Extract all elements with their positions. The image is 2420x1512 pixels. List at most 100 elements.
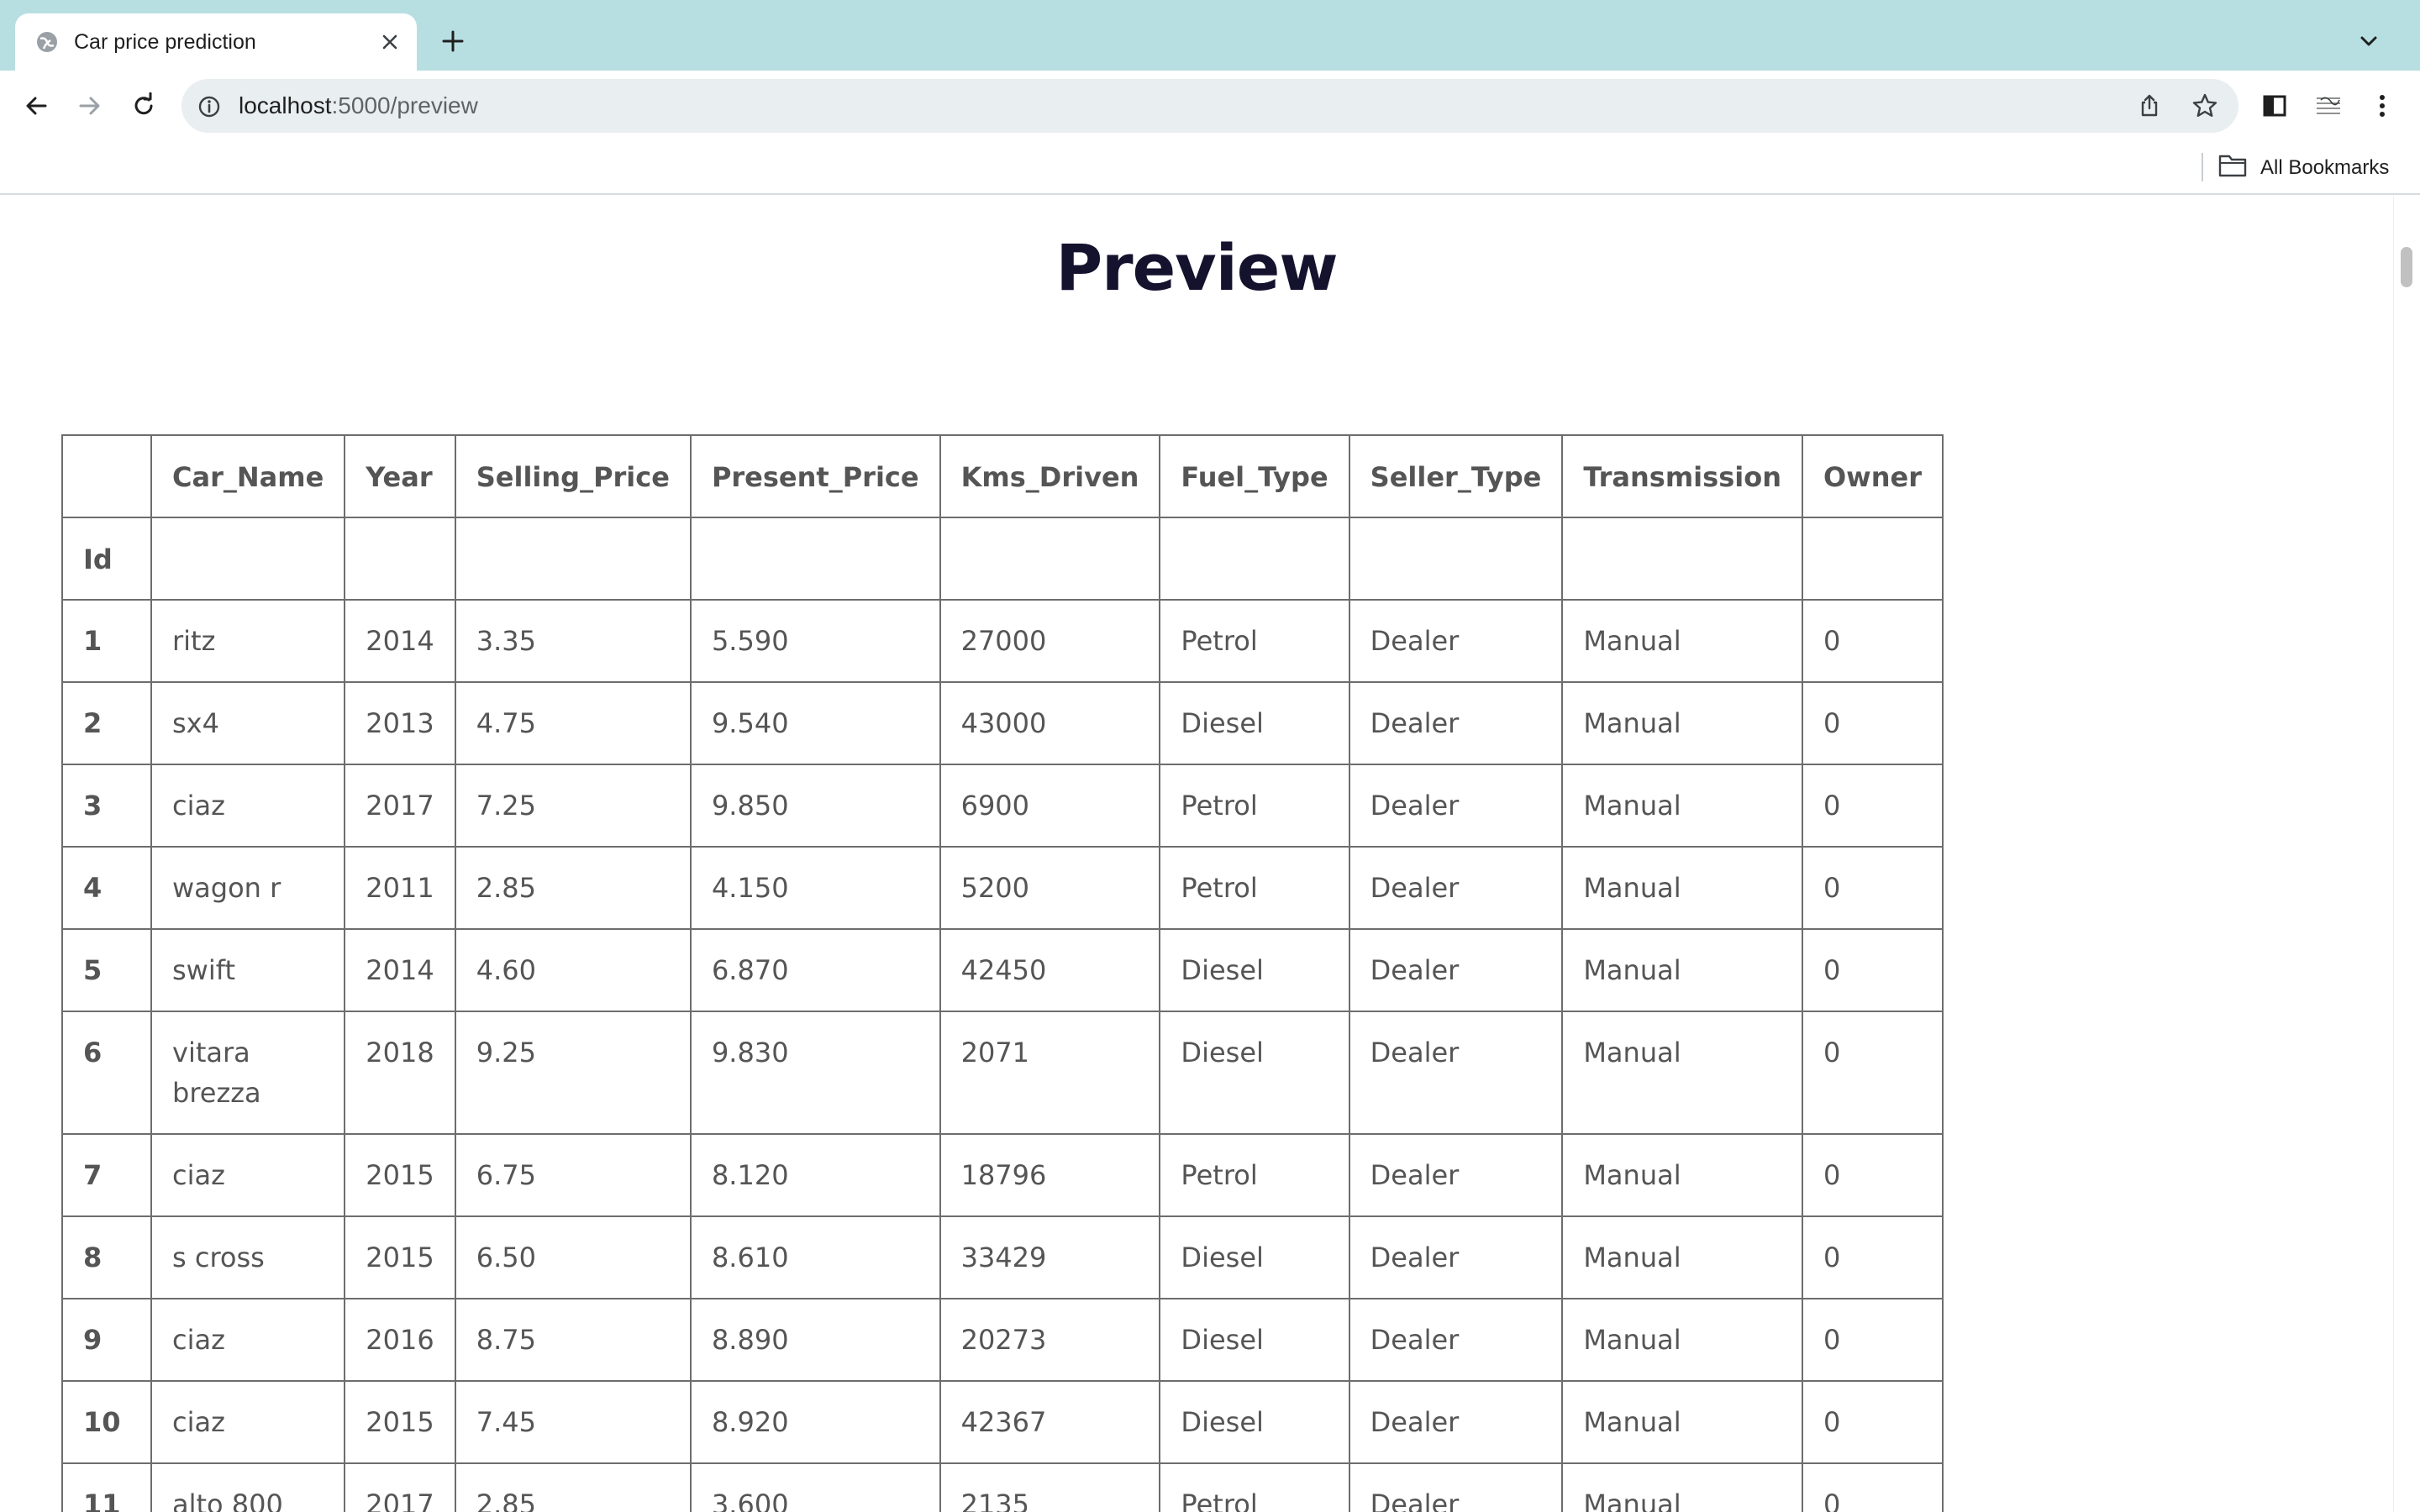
table-cell: 7.45 [454, 1380, 692, 1464]
url-host: localhost [239, 92, 332, 118]
site-info-icon[interactable] [195, 92, 224, 121]
table-cell: Dealer [1348, 1380, 1564, 1464]
table-cell: 6.75 [454, 1133, 692, 1217]
index-name-row: Id [61, 517, 1944, 601]
table-row: 11 alto 800 2017 2.85 3.600 2135 Petrol Dealer M… [61, 1462, 1944, 1512]
column-header [61, 434, 152, 518]
table-cell: s cross [150, 1215, 346, 1299]
row-index-cell: 7 [61, 1133, 152, 1217]
table-cell: ciaz [150, 1298, 346, 1382]
close-icon[interactable] [376, 29, 403, 55]
table-cell: Petrol [1159, 1133, 1350, 1217]
bookmarks-separator [2202, 153, 2203, 181]
row-index-cell: 6 [61, 1011, 152, 1135]
row-index-cell: 3 [61, 764, 152, 848]
table-cell: ciaz [150, 1133, 346, 1217]
empty-cell [689, 517, 941, 601]
row-index-cell: 9 [61, 1298, 152, 1382]
table-row: 5 swift 2014 4.60 6.870 42450 Diesel Dealer Manu… [61, 928, 1944, 1012]
reload-icon[interactable] [126, 88, 161, 123]
url-path: :5000/preview [331, 92, 478, 118]
table-cell: 3.35 [454, 599, 692, 683]
table-cell: Manual [1561, 1380, 1803, 1464]
table-cell: 0 [1801, 681, 1944, 765]
table-row: 3 ciaz 2017 7.25 9.850 6900 Petrol Dealer Manual… [61, 764, 1944, 848]
share-icon[interactable] [2134, 91, 2165, 121]
tab-title: Car price prediction [74, 30, 256, 54]
table-cell: 2011 [344, 846, 456, 930]
table-cell: wagon r [150, 846, 346, 930]
data-table: Car_Name Year Selling_Price Present_Pric… [61, 434, 1944, 1512]
table-cell: 9.540 [689, 681, 941, 765]
table-cell: alto 800 [150, 1462, 346, 1512]
table-cell: Manual [1561, 928, 1803, 1012]
table-cell: 43000 [939, 681, 1161, 765]
table-cell: Petrol [1159, 599, 1350, 683]
scrollbar-thumb[interactable] [2401, 247, 2412, 287]
table-cell: 8.890 [689, 1298, 941, 1382]
forward-arrow-icon[interactable] [72, 88, 108, 123]
empty-cell [1801, 517, 1944, 601]
table-cell: sx4 [150, 681, 346, 765]
url-text[interactable]: localhost:5000/preview [239, 92, 478, 119]
table-cell: 6.870 [689, 928, 941, 1012]
table-cell: Dealer [1348, 599, 1564, 683]
table-row: 7 ciaz 2015 6.75 8.120 18796 Petrol Dealer Manua… [61, 1133, 1944, 1217]
table-cell: 4.150 [689, 846, 941, 930]
table-cell: Dealer [1348, 1462, 1564, 1512]
table-header-row: Car_Name Year Selling_Price Present_Pric… [61, 434, 1944, 518]
table-cell: 2.85 [454, 846, 692, 930]
side-panel-icon[interactable] [2257, 88, 2292, 123]
table-cell: 9.850 [689, 764, 941, 848]
table-cell: 2071 [939, 1011, 1161, 1135]
new-tab-plus-icon[interactable] [437, 25, 469, 57]
table-body: 1 ritz 2014 3.35 5.590 27000 Petrol Dealer Manua… [61, 599, 1944, 1512]
table-cell: Diesel [1159, 1380, 1350, 1464]
table-cell: Manual [1561, 599, 1803, 683]
table-cell: 42367 [939, 1380, 1161, 1464]
table-row: 10 ciaz 2015 7.45 8.920 42367 Diesel Dealer Manu… [61, 1380, 1944, 1464]
table-cell: 8.610 [689, 1215, 941, 1299]
table-cell: 0 [1801, 1380, 1944, 1464]
table-cell: 20273 [939, 1298, 1161, 1382]
table-cell: 2014 [344, 599, 456, 683]
column-header: Selling_Price [454, 434, 692, 518]
extension-icon[interactable] [2311, 88, 2346, 123]
column-header: Transmission [1561, 434, 1803, 518]
table-row: 9 ciaz 2016 8.75 8.890 20273 Diesel Dealer Manua… [61, 1298, 1944, 1382]
bookmark-star-icon[interactable] [2190, 91, 2220, 121]
kebab-menu-icon[interactable] [2365, 88, 2400, 123]
empty-cell [1348, 517, 1564, 601]
table-cell: 8.75 [454, 1298, 692, 1382]
vertical-scrollbar[interactable] [2393, 197, 2420, 1512]
column-header: Kms_Driven [939, 434, 1161, 518]
table-cell: 42450 [939, 928, 1161, 1012]
table-cell: ciaz [150, 764, 346, 848]
row-index-cell: 1 [61, 599, 152, 683]
folder-icon[interactable] [2218, 153, 2249, 181]
table-cell: Diesel [1159, 681, 1350, 765]
table-cell: Diesel [1159, 1011, 1350, 1135]
table-cell: 2015 [344, 1133, 456, 1217]
address-bar[interactable]: localhost:5000/preview [182, 79, 2238, 133]
chevron-down-icon[interactable] [2353, 25, 2385, 57]
table-cell: 5.590 [689, 599, 941, 683]
table-cell: 2017 [344, 1462, 456, 1512]
row-index-cell: 4 [61, 846, 152, 930]
table-cell: 4.75 [454, 681, 692, 765]
column-header: Seller_Type [1348, 434, 1564, 518]
table-cell: 7.25 [454, 764, 692, 848]
browser-tab[interactable]: Car price prediction [15, 13, 417, 71]
all-bookmarks-label[interactable]: All Bookmarks [2260, 156, 2389, 180]
table-cell: 2017 [344, 764, 456, 848]
empty-cell [344, 517, 456, 601]
table-cell: 0 [1801, 1298, 1944, 1382]
back-arrow-icon[interactable] [18, 88, 54, 123]
table-cell: Manual [1561, 1215, 1803, 1299]
table-cell: Petrol [1159, 764, 1350, 848]
page-viewport: Preview Car_Name Year Selling_Price Pres… [0, 197, 2420, 1512]
globe-icon [34, 29, 60, 55]
table-row: 8s cross 2015 6.50 8.610 33429 Diesel Dealer Ma… [61, 1215, 1944, 1299]
page-title: Preview [1055, 230, 1338, 305]
table-cell: Manual [1561, 1462, 1803, 1512]
